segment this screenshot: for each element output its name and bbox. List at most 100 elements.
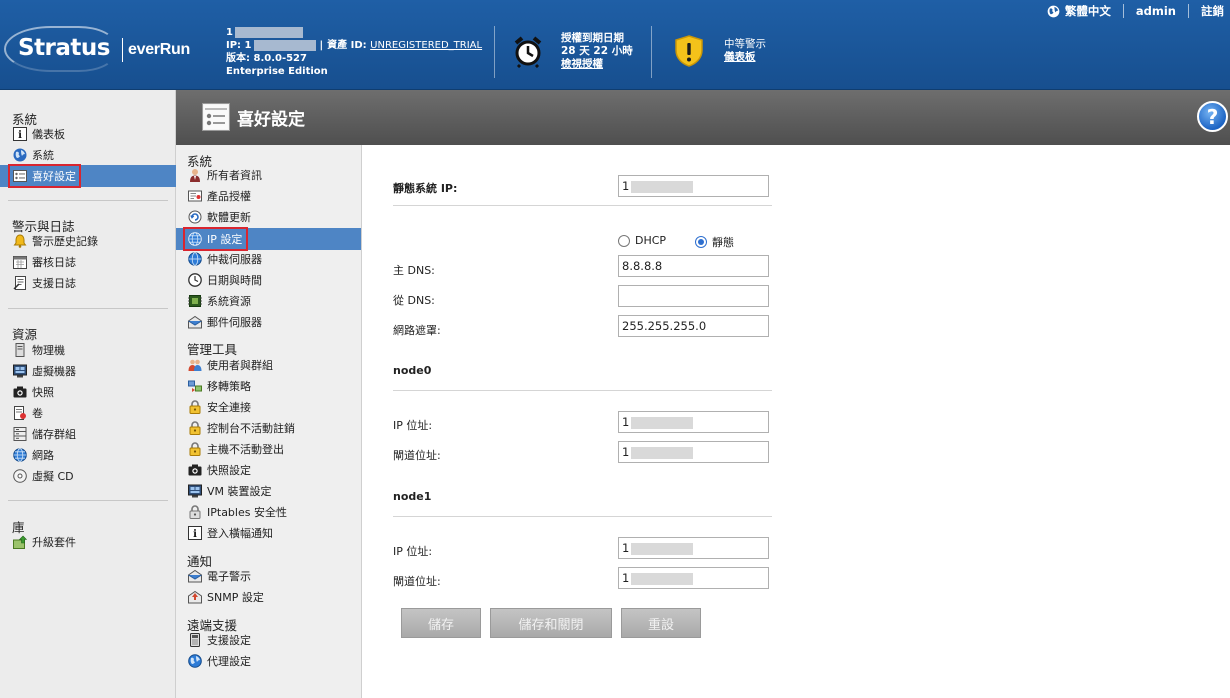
globe-icon — [12, 148, 27, 163]
camera-icon — [187, 463, 202, 478]
subnav-item-login-banner[interactable]: i 登入橫幅通知 — [187, 523, 273, 543]
dhcp-radio-label: DHCP — [635, 234, 667, 247]
subnav-item-host-inactivity-logout[interactable]: 主機不活動登出 — [187, 439, 284, 459]
user-menu[interactable]: admin — [1136, 4, 1176, 18]
subnav-item-users-groups[interactable]: 使用者與群組 — [187, 355, 273, 375]
nav-item-alert-history[interactable]: 警示歷史記錄 — [12, 231, 98, 251]
static-radio-label: 靜態 — [712, 236, 734, 249]
node0-gateway-input[interactable]: 1 — [618, 441, 769, 463]
subnav-item-vm-device-config[interactable]: VM 裝置設定 — [187, 481, 272, 501]
reset-button[interactable]: 重設 — [621, 608, 701, 638]
view-license-link[interactable]: 檢視授權 — [561, 58, 603, 70]
subnav-item-owner-info[interactable]: 所有者資訊 — [187, 165, 262, 185]
subnav-item-label: 電子警示 — [207, 570, 251, 583]
language-selector[interactable]: 繁體中文 — [1047, 3, 1111, 19]
nav-item-dashboard[interactable]: i 儀表板 — [12, 124, 65, 144]
redacted-value — [631, 572, 694, 585]
node1-title: node1 — [393, 490, 432, 503]
subnav-item-product-license[interactable]: 產品授權 — [187, 186, 251, 206]
nav-item-volumes[interactable]: 卷 — [12, 403, 43, 423]
header-bar: Stratus everRun 1 IP: 1 | 資產 ID: UNREGISTE… — [0, 0, 1230, 90]
subnav-item-date-time[interactable]: 日期與時間 — [187, 270, 262, 290]
subnav-item-label: 登入橫幅通知 — [207, 527, 273, 540]
dashboard-link[interactable]: 儀表板 — [724, 51, 756, 63]
vm-icon — [12, 364, 27, 379]
asset-id-link[interactable]: UNREGISTERED_TRIAL — [370, 40, 482, 51]
subnav-item-secure-connection[interactable]: 安全連接 — [187, 397, 251, 417]
subnav-item-snmp-config[interactable]: SNMP 設定 — [187, 587, 264, 607]
subnav-item-quorum-servers[interactable]: 仲裁伺服器 — [187, 249, 262, 269]
node0-ip-input[interactable]: 1 — [618, 411, 769, 433]
globe-icon — [1047, 5, 1060, 17]
chip-icon — [187, 294, 202, 309]
subnav-item-console-inactivity-logout[interactable]: 控制台不活動註銷 — [187, 418, 295, 438]
active-highlight: IP 設定 — [183, 227, 249, 251]
subnav-item-snapshot-config[interactable]: 快照設定 — [187, 460, 251, 480]
subnav-item-e-alerts[interactable]: 電子警示 — [187, 566, 251, 586]
header-divider — [494, 26, 495, 78]
nav-item-label: 支援日誌 — [32, 277, 76, 290]
migrate-icon — [187, 379, 202, 394]
nav-item-label: 快照 — [32, 386, 54, 399]
help-button[interactable]: ? — [1197, 101, 1228, 132]
node1-ip-input[interactable]: 1 — [618, 537, 769, 559]
subnav-item-mail-server[interactable]: 郵件伺服器 — [187, 312, 262, 332]
preferences-subnav: 系統 所有者資訊 產品授權 軟體更新 IP 設定 仲裁伺服器 日期與時間 系統資… — [176, 145, 362, 698]
language-label: 繁體中文 — [1064, 4, 1111, 18]
nav-item-storage-groups[interactable]: 儲存群組 — [12, 424, 76, 444]
menu-divider — [1188, 4, 1189, 18]
license-icon — [187, 189, 202, 204]
save-button[interactable]: 儲存 — [401, 608, 481, 638]
nav-item-label: 網路 — [32, 449, 54, 462]
dhcp-radio[interactable]: DHCP — [618, 234, 666, 247]
node0-gateway-label: 閘道位址: — [393, 449, 441, 462]
subnav-item-label: IP 設定 — [207, 233, 243, 246]
subnav-item-support-config[interactable]: 支援設定 — [187, 630, 251, 650]
static-ip-label: 靜態系統 IP: — [393, 182, 458, 195]
logout-link[interactable]: 註銷 — [1201, 3, 1224, 19]
nav-item-preferences[interactable]: 喜好設定 — [0, 164, 176, 188]
secondary-dns-input[interactable] — [618, 285, 769, 307]
subnav-item-label: 軟體更新 — [207, 211, 251, 224]
info-icon: i — [12, 127, 27, 142]
nav-item-physical-machines[interactable]: 物理機 — [12, 340, 65, 360]
subnav-item-iptables-security[interactable]: IPtables 安全性 — [187, 502, 287, 522]
form-divider — [393, 390, 772, 391]
save-and-close-button[interactable]: 儲存和關閉 — [490, 608, 612, 638]
static-ip-input[interactable]: 1 — [618, 175, 769, 197]
lock-icon — [187, 442, 202, 457]
asset-separator: | — [319, 40, 324, 51]
redacted-value — [631, 542, 694, 555]
primary-dns-input[interactable] — [618, 255, 769, 277]
node1-gateway-value: 1 — [622, 571, 630, 585]
nav-item-label: 升級套件 — [32, 536, 76, 549]
nav-item-system[interactable]: 系統 — [12, 145, 54, 165]
nav-item-virtual-machines[interactable]: 虛擬機器 — [12, 361, 76, 381]
form-divider — [393, 516, 772, 517]
brand-sub: everRun — [128, 41, 190, 58]
nav-item-audit-log[interactable]: 審核日誌 — [12, 252, 76, 272]
nav-item-support-log[interactable]: 支援日誌 — [12, 273, 76, 293]
static-radio[interactable]: 靜態 — [695, 234, 734, 250]
subnav-item-system-resources[interactable]: 系統資源 — [187, 291, 251, 311]
subnav-item-label: 使用者與群組 — [207, 359, 273, 372]
node1-gateway-input[interactable]: 1 — [618, 567, 769, 589]
upgrade-icon — [12, 535, 27, 550]
subnav-item-ip-config[interactable]: IP 設定 — [176, 227, 361, 251]
subnav-item-software-updates[interactable]: 軟體更新 — [187, 207, 251, 227]
quorum-icon — [187, 252, 202, 267]
alarm-clock-icon — [514, 36, 542, 68]
nav-item-label: 系統 — [32, 149, 54, 162]
redacted-value — [631, 446, 694, 459]
subnav-item-migration-policy[interactable]: 移轉策略 — [187, 376, 251, 396]
nav-item-upgrade-kits[interactable]: 升級套件 — [12, 532, 76, 552]
nav-item-virtual-cd[interactable]: 虛擬 CD — [12, 466, 74, 486]
node1-ip-value: 1 — [622, 541, 630, 555]
netmask-input[interactable] — [618, 315, 769, 337]
secondary-dns-label: 從 DNS: — [393, 294, 435, 307]
subnav-item-label: 代理設定 — [207, 655, 251, 668]
nav-item-label: 卷 — [32, 407, 43, 420]
nav-item-networks[interactable]: 網路 — [12, 445, 54, 465]
subnav-item-proxy-config[interactable]: 代理設定 — [187, 651, 251, 671]
nav-item-snapshots[interactable]: 快照 — [12, 382, 54, 402]
